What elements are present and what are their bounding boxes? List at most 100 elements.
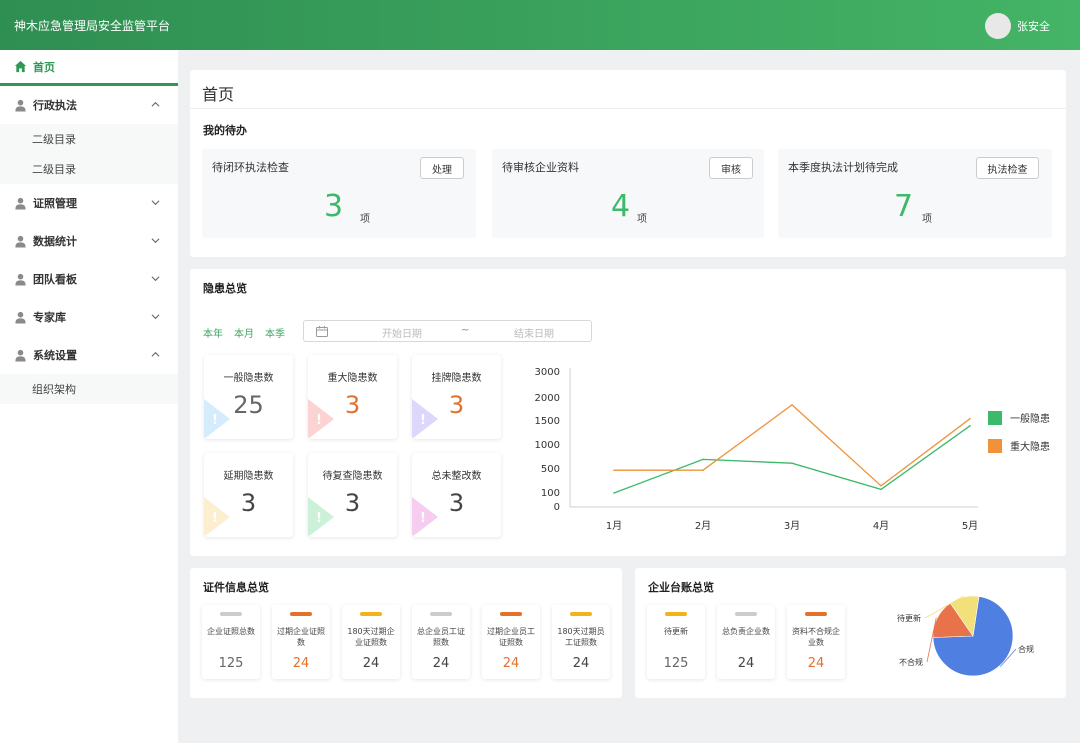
card-value: 24 <box>292 656 310 671</box>
start-date-input[interactable]: 开始日期 <box>382 325 422 340</box>
user-menu[interactable]: 张安全 <box>985 13 1050 39</box>
chevron-down-icon[interactable] <box>151 236 160 245</box>
card-accent-bar <box>665 612 687 616</box>
sidebar-item-4[interactable]: 专家库 <box>0 298 178 336</box>
stat-label: 总未整改数 <box>431 471 482 482</box>
card-accent-bar <box>220 612 242 616</box>
sidebar-subitem[interactable]: 组织架构 <box>0 374 178 404</box>
hazard-line-chart: 0 100 500 1000 1500 2000 3000 1月 2月 3月 4月 5月 一般隐患重大隐… <box>535 367 1050 532</box>
hazard-stat-card[interactable]: ! 挂牌隐患数 3 <box>412 355 501 439</box>
todo-action-button[interactable]: 执法检查 <box>976 157 1039 179</box>
hazard-stat-card[interactable]: ! 重大隐患数 3 <box>308 355 397 439</box>
sidebar-item-label: 专家库 <box>33 311 66 324</box>
range-tab[interactable]: 本年 <box>203 325 223 340</box>
todo-count: 7 <box>894 189 914 224</box>
sidebar-menu: 行政执法 二级目录 二级目录 证照管理 数据统计 团队看板 专家库 系统设置 组织架构 <box>0 86 178 404</box>
todo-unit: 项 <box>360 214 370 225</box>
chevron-up-icon[interactable] <box>151 100 160 109</box>
summary-card[interactable]: 过期企业证照数 24 <box>272 605 330 679</box>
sidebar-item-home[interactable]: 首页 <box>0 50 178 86</box>
data-point <box>791 462 793 464</box>
todo-unit: 项 <box>637 214 647 225</box>
chevron-up-icon[interactable] <box>151 350 160 359</box>
divider <box>190 108 1066 109</box>
pie-label: 合规 <box>1018 644 1034 654</box>
y-tick-label: 0 <box>554 502 560 513</box>
summary-card[interactable]: 180天过期企业证照数 24 <box>342 605 400 679</box>
range-tab[interactable]: 本季 <box>265 325 285 340</box>
stat-label: 挂牌隐患数 <box>431 373 482 384</box>
card-label: 180天过期员工证照数 <box>557 627 605 647</box>
card-accent-bar <box>290 612 312 616</box>
chevron-down-icon[interactable] <box>151 198 160 207</box>
summary-card[interactable]: 180天过期员工证照数 24 <box>552 605 610 679</box>
todo-action-button[interactable]: 处理 <box>420 157 464 179</box>
hazard-stat-card[interactable]: ! 延期隐患数 3 <box>204 453 293 537</box>
y-tick-label: 500 <box>541 464 560 475</box>
x-tick-label: 3月 <box>784 520 800 532</box>
data-point <box>880 488 882 491</box>
ledger-title: 企业台账总览 <box>648 581 714 594</box>
date-range-picker[interactable]: 开始日期 ~ 结束日期 <box>303 320 592 342</box>
summary-card[interactable]: 过期企业员工证照数 24 <box>482 605 540 679</box>
stat-value: 3 <box>344 391 361 419</box>
todo-card: 待审核企业资料 审核 4 项 <box>492 149 764 238</box>
sidebar-item-label: 系统设置 <box>33 349 77 362</box>
card-value: 24 <box>807 656 825 671</box>
card-label: 企业证照总数 <box>207 627 255 636</box>
user-name[interactable]: 张安全 <box>1017 18 1050 34</box>
todo-action-button[interactable]: 审核 <box>709 157 753 179</box>
chevron-down-icon[interactable] <box>151 312 160 321</box>
stat-value: 3 <box>344 489 361 517</box>
hazard-stat-card[interactable]: ! 总未整改数 3 <box>412 453 501 537</box>
ledger-panel: 企业台账总览 待更新 125 总负责企业数 24 资料不合规企业数 24 合规 不合规 待更新 <box>635 568 1066 698</box>
card-accent-bar <box>500 612 522 616</box>
stat-value: 3 <box>448 489 465 517</box>
user-icon <box>15 99 26 112</box>
data-point <box>613 469 615 471</box>
page-title: 首页 <box>202 85 235 104</box>
chevron-down-icon[interactable] <box>151 274 160 283</box>
summary-card[interactable]: 总负责企业数 24 <box>717 605 775 679</box>
app-title: 神木应急管理局安全监管平台 <box>14 19 171 33</box>
summary-card[interactable]: 企业证照总数 125 <box>202 605 260 679</box>
sidebar-item-1[interactable]: 证照管理 <box>0 184 178 222</box>
sidebar-item-5[interactable]: 系统设置 <box>0 336 178 374</box>
card-accent-bar <box>570 612 592 616</box>
summary-card[interactable]: 资料不合规企业数 24 <box>787 605 845 679</box>
hazard-stat-card[interactable]: ! 待复查隐患数 3 <box>308 453 397 537</box>
card-value: 24 <box>432 656 450 671</box>
user-icon <box>15 197 26 210</box>
sidebar-item-3[interactable]: 团队看板 <box>0 260 178 298</box>
data-point <box>969 425 971 427</box>
stat-label: 重大隐患数 <box>327 373 378 384</box>
sidebar-item-label: 行政执法 <box>33 99 77 112</box>
top-header: 神木应急管理局安全监管平台 张安全 <box>0 0 1080 50</box>
avatar[interactable] <box>985 13 1011 39</box>
hazard-panel: 隐患总览 本年 本月 本季 开始日期 ~ 结束日期 ! 一般隐患数 25! 重大隐患数 3!… <box>190 269 1066 556</box>
todo-title: 我的待办 <box>203 124 247 137</box>
y-tick-label: 100 <box>541 488 560 499</box>
stat-label: 一般隐患数 <box>223 373 274 384</box>
sidebar-subitem[interactable]: 二级目录 <box>0 124 178 154</box>
data-point <box>702 469 704 471</box>
sidebar-item-2[interactable]: 数据统计 <box>0 222 178 260</box>
data-point <box>969 417 971 420</box>
todo-label: 待审核企业资料 <box>502 161 579 174</box>
todo-card: 本季度执法计划待完成 执法检查 7 项 <box>778 149 1052 238</box>
card-label: 180天过期企业证照数 <box>347 627 395 647</box>
pie-label: 待更新 <box>897 613 921 623</box>
data-point <box>880 485 882 487</box>
sidebar-item-0[interactable]: 行政执法 <box>0 86 178 124</box>
data-point <box>791 404 793 406</box>
summary-card[interactable]: 总企业员工证照数 24 <box>412 605 470 679</box>
end-date-input[interactable]: 结束日期 <box>514 325 554 340</box>
hazard-stat-card[interactable]: ! 一般隐患数 25 <box>204 355 293 439</box>
card-label: 资料不合规企业数 <box>792 627 840 647</box>
card-value: 24 <box>572 656 590 671</box>
todo-panel: 首页 我的待办 待闭环执法检查 处理 3 项待审核企业资料 审核 4 项本季度执法计划待完成… <box>190 70 1066 257</box>
range-tab[interactable]: 本月 <box>234 325 254 340</box>
todo-unit: 项 <box>922 214 932 225</box>
sidebar-subitem[interactable]: 二级目录 <box>0 154 178 184</box>
summary-card[interactable]: 待更新 125 <box>647 605 705 679</box>
